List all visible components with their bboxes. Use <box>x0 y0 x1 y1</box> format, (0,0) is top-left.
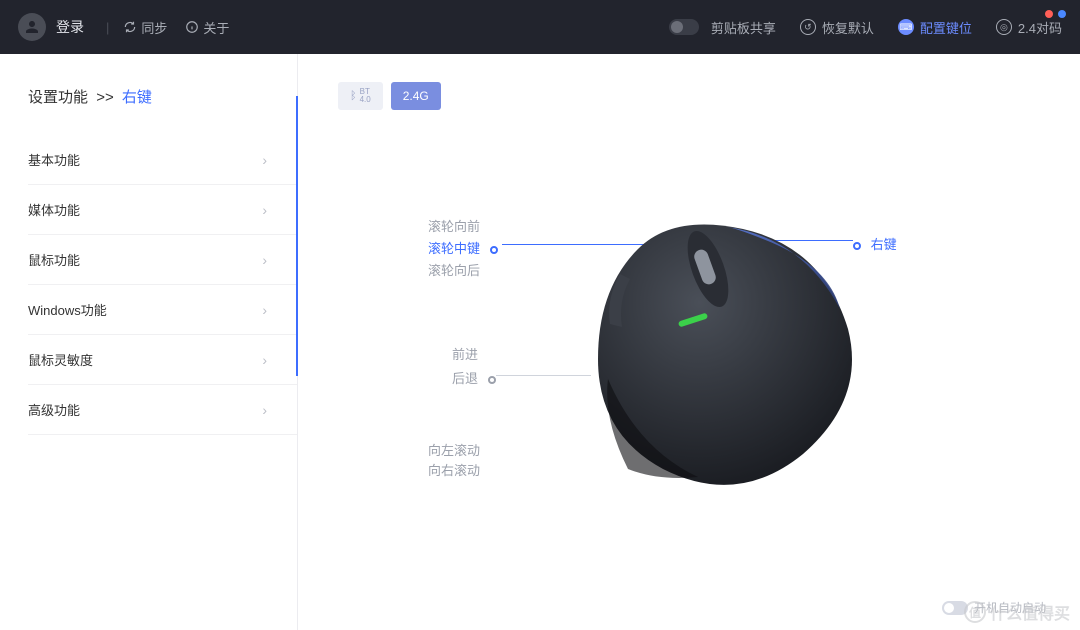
watermark: 值 什么值得买 <box>964 600 1070 624</box>
sidebar-item-media[interactable]: 媒体功能› <box>28 185 297 235</box>
sidebar-item-windows[interactable]: Windows功能› <box>28 285 297 335</box>
sidebar-item-sensitivity[interactable]: 鼠标灵敏度› <box>28 335 297 385</box>
chevron-right-icon: › <box>262 352 267 368</box>
login-link[interactable]: 登录 <box>56 17 84 37</box>
connection-tabs: ᛒ BT 4.0 2.4G <box>338 82 1040 110</box>
clipboard-share-toggle[interactable]: 剪贴板共享 <box>669 18 776 37</box>
pairing-24g-button[interactable]: ◎ 2.4对码 <box>996 18 1062 37</box>
close-dot[interactable] <box>1045 10 1053 18</box>
pairing-icon: ◎ <box>996 19 1012 35</box>
mouse-illustration <box>578 219 868 489</box>
mouse-diagram: 滚轮向前 滚轮中键 滚轮向后 前进 后退 向左滚动 向右滚动 右键 <box>298 164 1080 630</box>
sidebar-item-advanced[interactable]: 高级功能› <box>28 385 297 435</box>
point-icon <box>488 376 496 384</box>
main-panel: ᛒ BT 4.0 2.4G 滚轮向前 滚轮中键 滚轮向后 前进 后退 <box>298 54 1080 630</box>
sync-label: 同步 <box>141 18 167 37</box>
toggle-icon <box>669 19 699 35</box>
about-label: 关于 <box>203 18 229 37</box>
chevron-right-icon: › <box>262 202 267 218</box>
sync-button[interactable]: 同步 <box>123 18 167 37</box>
breadcrumb-prefix: 设置功能 <box>28 89 88 106</box>
restore-icon: ↺ <box>800 19 816 35</box>
leader-line <box>496 375 591 376</box>
sidebar: 设置功能 >> 右键 基本功能› 媒体功能› 鼠标功能› Windows功能› … <box>0 54 298 630</box>
label-forward[interactable]: 前进 <box>452 344 478 363</box>
label-back[interactable]: 后退 <box>452 368 496 387</box>
about-button[interactable]: 关于 <box>185 18 229 37</box>
breadcrumb: 设置功能 >> 右键 <box>28 86 297 107</box>
tab-bluetooth[interactable]: ᛒ BT 4.0 <box>338 82 383 110</box>
sidebar-item-mouse[interactable]: 鼠标功能› <box>28 235 297 285</box>
configure-keys-button[interactable]: ⌨ 配置键位 <box>898 18 972 37</box>
point-icon <box>490 246 498 254</box>
top-bar: 登录 | 同步 关于 剪贴板共享 ↺ 恢复默认 ⌨ 配置键位 ◎ 2.4对码 <box>0 0 1080 54</box>
sidebar-item-basic[interactable]: 基本功能› <box>28 135 297 185</box>
bluetooth-icon: ᛒ <box>350 91 357 102</box>
label-scroll-back[interactable]: 滚轮向后 <box>428 260 480 279</box>
window-controls <box>1045 10 1066 18</box>
chevron-right-icon: › <box>262 302 267 318</box>
avatar-icon[interactable] <box>18 13 46 41</box>
restore-default-button[interactable]: ↺ 恢复默认 <box>800 18 874 37</box>
tab-24g[interactable]: 2.4G <box>391 82 441 110</box>
chevron-right-icon: › <box>262 252 267 268</box>
label-tilt-left[interactable]: 向左滚动 <box>428 440 480 459</box>
chevron-right-icon: › <box>262 402 267 418</box>
chevron-right-icon: › <box>262 152 267 168</box>
breadcrumb-current: 右键 <box>122 89 152 106</box>
configure-icon: ⌨ <box>898 19 914 35</box>
label-scroll-forward[interactable]: 滚轮向前 <box>428 216 480 235</box>
min-dot[interactable] <box>1058 10 1066 18</box>
label-scroll-middle[interactable]: 滚轮中键 <box>428 238 498 257</box>
label-tilt-right[interactable]: 向右滚动 <box>428 460 480 479</box>
breadcrumb-sep: >> <box>96 89 114 106</box>
